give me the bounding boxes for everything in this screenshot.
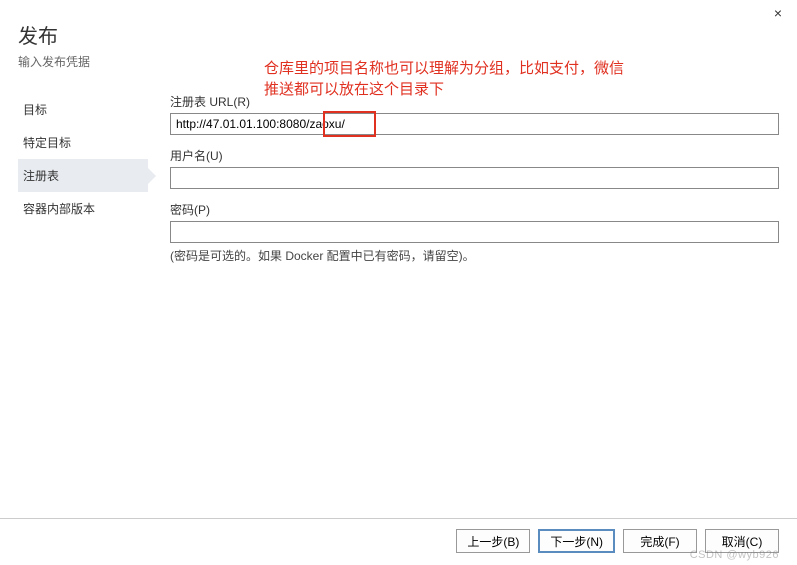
prev-button[interactable]: 上一步(B) (456, 529, 530, 553)
annotation-line1: 仓库里的项目名称也可以理解为分组，比如支付，微信 (264, 58, 624, 79)
close-icon[interactable]: × (774, 5, 782, 21)
sidebar-item-specific-target[interactable]: 特定目标 (18, 126, 148, 159)
annotation-line2: 推送都可以放在这个目录下 (264, 79, 624, 100)
password-group: 密码(P) (密码是可选的。如果 Docker 配置中已有密码，请留空)。 (170, 201, 779, 264)
footer: 上一步(B) 下一步(N) 完成(F) 取消(C) (0, 518, 797, 565)
sidebar-item-target[interactable]: 目标 (18, 93, 148, 126)
username-input[interactable] (170, 167, 779, 189)
password-label: 密码(P) (170, 201, 779, 218)
page-title: 发布 (18, 20, 779, 49)
annotation-text: 仓库里的项目名称也可以理解为分组，比如支付，微信 推送都可以放在这个目录下 (264, 58, 624, 100)
sidebar: 目标 特定目标 注册表 容器内部版本 (18, 93, 148, 276)
password-hint: (密码是可选的。如果 Docker 配置中已有密码，请留空)。 (170, 247, 779, 264)
content-area: 目标 特定目标 注册表 容器内部版本 仓库里的项目名称也可以理解为分组，比如支付… (0, 78, 797, 276)
sidebar-item-container-version[interactable]: 容器内部版本 (18, 192, 148, 225)
form-area: 仓库里的项目名称也可以理解为分组，比如支付，微信 推送都可以放在这个目录下 注册… (148, 93, 779, 276)
sidebar-item-registry[interactable]: 注册表 (18, 159, 148, 192)
cancel-button[interactable]: 取消(C) (705, 529, 779, 553)
username-label: 用户名(U) (170, 147, 779, 164)
password-input[interactable] (170, 221, 779, 243)
next-button[interactable]: 下一步(N) (538, 529, 615, 553)
username-group: 用户名(U) (170, 147, 779, 189)
finish-button[interactable]: 完成(F) (623, 529, 697, 553)
publish-dialog: × 发布 输入发布凭据 目标 特定目标 注册表 容器内部版本 仓库里的项目名称也… (0, 0, 797, 565)
registry-url-input[interactable] (170, 113, 779, 135)
